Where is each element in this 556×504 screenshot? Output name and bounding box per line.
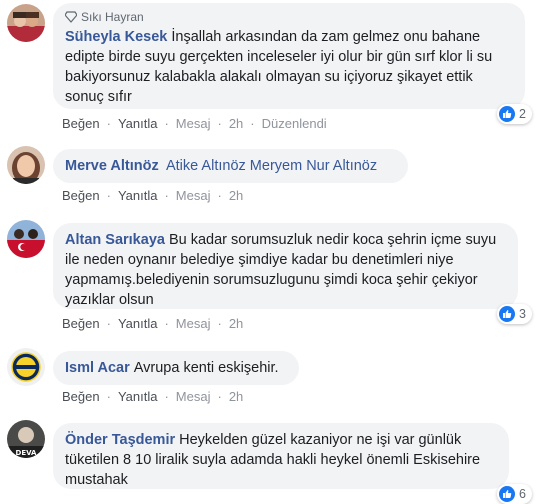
comment-actions: Beğen · Yanıtla · Mesaj · 2h · Düzenlendi <box>62 116 327 131</box>
team-logo-icon <box>7 348 45 386</box>
separator: · <box>250 116 255 131</box>
commenter-name[interactable]: Önder Taşdemir <box>65 432 175 448</box>
reaction-summary[interactable]: 2 <box>497 104 532 124</box>
edited-label[interactable]: Düzenlendi <box>262 116 327 131</box>
avatar[interactable] <box>7 220 45 258</box>
comment-bubble: Isml Acar Avrupa kenti eskişehir. <box>53 351 299 385</box>
comment-actions: Beğen · Yanıtla · Mesaj · 2h <box>62 316 243 331</box>
avatar[interactable] <box>7 146 45 184</box>
avatar-text: DEVA <box>16 449 38 457</box>
comment-bubble: Önder Taşdemir Heykelden güzel kazaniyor … <box>53 423 509 489</box>
reaction-summary[interactable]: 3 <box>497 304 532 324</box>
message-button[interactable]: Mesaj <box>176 316 211 331</box>
user-photo-icon <box>7 220 45 258</box>
comment-bubble: Altan Sarıkaya Bu kadar sorumsuzluk nedir… <box>53 223 518 309</box>
separator: · <box>217 188 222 203</box>
avatar[interactable] <box>7 4 45 42</box>
reply-button[interactable]: Yanıtla <box>118 316 158 331</box>
timestamp[interactable]: 2h <box>229 316 243 331</box>
separator: · <box>164 389 169 404</box>
timestamp[interactable]: 2h <box>229 188 243 203</box>
separator: · <box>164 116 169 131</box>
like-icon <box>499 106 515 122</box>
separator: · <box>164 316 169 331</box>
separator: · <box>217 316 222 331</box>
message-button[interactable]: Mesaj <box>176 389 211 404</box>
commenter-name[interactable]: Altan Sarıkaya <box>65 232 165 248</box>
timestamp[interactable]: 2h <box>229 116 243 131</box>
badge-label: Sıkı Hayran <box>81 10 144 24</box>
separator: · <box>217 116 222 131</box>
separator: · <box>164 188 169 203</box>
separator: · <box>217 389 222 404</box>
reply-button[interactable]: Yanıtla <box>118 389 158 404</box>
comment-bubble: Merve Altınöz Atike Altınöz Meryem Nur A… <box>53 149 408 183</box>
separator: · <box>106 188 111 203</box>
avatar[interactable] <box>7 348 45 386</box>
separator: · <box>106 116 111 131</box>
like-button[interactable]: Beğen <box>62 316 100 331</box>
reaction-count: 3 <box>519 307 526 321</box>
comment-actions: Beğen · Yanıtla · Mesaj · 2h <box>62 389 243 404</box>
user-photo-icon: DEVA <box>7 420 45 458</box>
mention-link[interactable]: Atike Altınöz <box>166 158 246 174</box>
user-photo-icon <box>7 4 45 42</box>
timestamp[interactable]: 2h <box>229 389 243 404</box>
reply-button[interactable]: Yanıtla <box>118 116 158 131</box>
like-icon <box>499 306 515 322</box>
like-button[interactable]: Beğen <box>62 188 100 203</box>
message-button[interactable]: Mesaj <box>176 116 211 131</box>
like-button[interactable]: Beğen <box>62 116 100 131</box>
separator: · <box>106 316 111 331</box>
reply-button[interactable]: Yanıtla <box>118 188 158 203</box>
separator: · <box>106 389 111 404</box>
avatar[interactable]: DEVA <box>7 420 45 458</box>
comment-text: Avrupa kenti eskişehir. <box>133 360 279 376</box>
reaction-count: 6 <box>519 487 526 501</box>
commenter-name[interactable]: Isml Acar <box>65 360 130 376</box>
mention-link[interactable]: Meryem Nur Altınöz <box>250 158 377 174</box>
commenter-name[interactable]: Süheyla Kesek <box>65 29 167 45</box>
user-photo-icon <box>7 146 45 184</box>
reaction-count: 2 <box>519 107 526 121</box>
reaction-summary[interactable]: 6 <box>497 484 532 504</box>
top-fan-badge: Sıkı Hayran <box>65 10 513 24</box>
like-button[interactable]: Beğen <box>62 389 100 404</box>
comment-actions: Beğen · Yanıtla · Mesaj · 2h <box>62 188 243 203</box>
comment-bubble: Sıkı Hayran Süheyla Kesek İnşallah arkası… <box>53 3 525 109</box>
message-button[interactable]: Mesaj <box>176 188 211 203</box>
diamond-icon <box>65 11 77 23</box>
commenter-name[interactable]: Merve Altınöz <box>65 158 159 174</box>
